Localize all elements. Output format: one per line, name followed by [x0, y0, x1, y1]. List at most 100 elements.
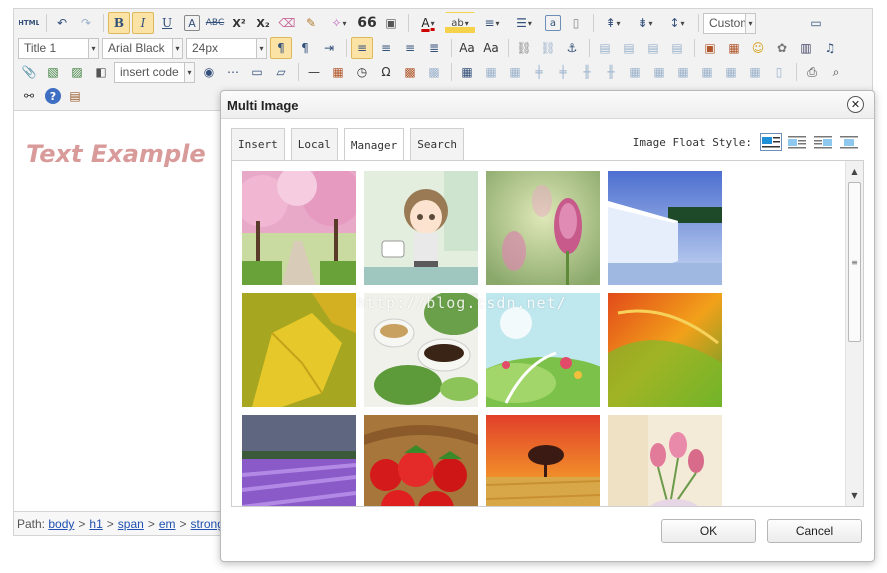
template-icon[interactable]: ▱ — [270, 61, 292, 83]
float-none-icon[interactable] — [760, 133, 782, 151]
delete-row-icon[interactable]: ╪ — [552, 61, 574, 83]
line-height-icon[interactable]: ↕ — [662, 12, 692, 34]
tab-insert[interactable]: Insert — [231, 128, 285, 160]
search-replace-icon[interactable]: ⚯ — [18, 85, 40, 107]
tab-search[interactable]: Search — [410, 128, 464, 160]
paste-plain-icon[interactable]: ▣ — [380, 12, 402, 34]
split-to-cols-icon[interactable]: ▦ — [744, 61, 766, 83]
font-color-icon[interactable]: A — [413, 12, 443, 34]
uppercase-icon[interactable]: Aa — [456, 37, 478, 59]
map-icon[interactable]: ▧ — [42, 61, 64, 83]
ordered-list-icon[interactable]: ≡ — [477, 12, 507, 34]
insert-frame-icon[interactable]: ◧ — [90, 61, 112, 83]
custom-style-select[interactable]: CustomStyl ▾ — [703, 12, 756, 34]
lowercase-icon[interactable]: Aa — [480, 37, 502, 59]
image-thumbnail-pink-flowers[interactable] — [486, 171, 600, 285]
insert-code-select[interactable]: insert code ▾ — [114, 61, 195, 83]
clear-doc-icon[interactable]: ▯ — [565, 12, 587, 34]
anchor-icon[interactable]: ⚓ — [561, 37, 583, 59]
background-icon[interactable]: ▭ — [246, 61, 268, 83]
web-image-icon[interactable]: ◉ — [198, 61, 220, 83]
image-thumbnail-cherry-blossom[interactable] — [242, 171, 356, 285]
image-thumbnail-waterfall[interactable] — [608, 171, 722, 285]
video-icon[interactable]: ▥ — [795, 37, 817, 59]
simple-upload-icon[interactable]: ▣ — [699, 37, 721, 59]
multi-image-icon[interactable]: ▦ — [723, 37, 745, 59]
music-icon[interactable]: ♫ — [819, 37, 841, 59]
insert-col-icon[interactable]: ╫ — [576, 61, 598, 83]
row-spacing-top-icon[interactable]: ⇞ — [598, 12, 628, 34]
align-justify-icon[interactable]: ≣ — [423, 37, 445, 59]
date-icon[interactable]: ▦ — [327, 61, 349, 83]
ok-button[interactable]: OK — [661, 519, 756, 543]
bold-button[interactable]: B — [108, 12, 130, 34]
print-icon[interactable]: ⎙ — [801, 61, 823, 83]
path-crumb-h1[interactable]: h1 — [89, 517, 102, 531]
image-thumbnail-lavender-field[interactable] — [242, 415, 356, 506]
paragraph-style-select[interactable]: Title 1 ▾ — [18, 37, 99, 59]
link-icon[interactable]: ⛓ — [513, 37, 535, 59]
eraser-icon[interactable]: ⌫ — [276, 12, 298, 34]
tab-manager[interactable]: Manager — [343, 128, 405, 161]
image-panel-scrollbar[interactable]: ▲ ≡ ▼ — [845, 161, 863, 506]
special-chars-icon[interactable]: Ω — [375, 61, 397, 83]
underline-button[interactable]: U — [156, 12, 178, 34]
delete-table-icon[interactable]: ▦ — [480, 61, 502, 83]
font-size-select[interactable]: 24px ▾ — [186, 37, 267, 59]
image-left-icon[interactable]: ▤ — [618, 37, 640, 59]
unordered-list-icon[interactable]: ☰ — [509, 12, 539, 34]
insert-paragraph-before-table-icon[interactable]: ▦ — [504, 61, 526, 83]
scrawl-icon[interactable]: ✿ — [771, 37, 793, 59]
image-none-icon[interactable]: ▤ — [594, 37, 616, 59]
delete-col-icon[interactable]: ╫ — [600, 61, 622, 83]
drafts-icon[interactable]: ▤ — [64, 85, 86, 107]
align-right-icon[interactable]: ≡ — [399, 37, 421, 59]
dialog-header[interactable]: Multi Image ✕ — [221, 91, 874, 119]
path-crumb-span[interactable]: span — [118, 517, 144, 531]
help-icon[interactable]: ? — [45, 88, 61, 104]
cancel-button[interactable]: Cancel — [767, 519, 862, 543]
path-crumb-em[interactable]: em — [159, 517, 176, 531]
indent-icon[interactable]: ⇥ — [318, 37, 340, 59]
row-spacing-bottom-icon[interactable]: ⇟ — [630, 12, 660, 34]
rtl-direction-icon[interactable]: ¶ — [294, 37, 316, 59]
image-thumbnail-anime-character[interactable] — [364, 171, 478, 285]
select-all-icon[interactable]: a — [545, 15, 561, 31]
scroll-up-arrow-icon[interactable]: ▲ — [846, 163, 863, 180]
close-icon[interactable]: ✕ — [847, 96, 864, 113]
image-center-icon[interactable]: ▤ — [666, 37, 688, 59]
page-break-icon[interactable]: ⋯ — [222, 61, 244, 83]
image-thumbnail-yellow-leaf[interactable] — [242, 293, 356, 407]
float-center-icon[interactable] — [838, 133, 860, 151]
italic-button[interactable]: I — [132, 12, 154, 34]
html-source-button[interactable]: HTML — [18, 12, 40, 34]
split-to-rows-icon[interactable]: ▦ — [720, 61, 742, 83]
ltr-direction-icon[interactable]: ¶ — [270, 37, 292, 59]
blockquote-icon[interactable]: 66 — [356, 12, 378, 34]
strikethrough-button[interactable]: ABC — [204, 12, 226, 34]
insert-row-icon[interactable]: ╪ — [528, 61, 550, 83]
image-right-icon[interactable]: ▤ — [642, 37, 664, 59]
horizontal-rule-icon[interactable]: — — [303, 61, 325, 83]
float-left-icon[interactable] — [786, 133, 808, 151]
merge-cells-icon[interactable]: ▦ — [624, 61, 646, 83]
split-to-cells-icon[interactable]: ▦ — [696, 61, 718, 83]
font-border-icon[interactable]: A — [184, 15, 200, 31]
superscript-button[interactable]: X² — [228, 12, 250, 34]
unlink-icon[interactable]: ⛓ — [537, 37, 559, 59]
google-map-icon[interactable]: ▨ — [66, 61, 88, 83]
align-center-icon[interactable]: ≡ — [375, 37, 397, 59]
undo-icon[interactable]: ↶ — [51, 12, 73, 34]
image-thumbnail-sunset-tree[interactable] — [486, 415, 600, 506]
float-right-icon[interactable] — [812, 133, 834, 151]
merge-right-icon[interactable]: ▦ — [648, 61, 670, 83]
scrollbar-thumb[interactable]: ≡ — [848, 182, 861, 342]
path-crumb-body[interactable]: body — [48, 517, 74, 531]
insert-table-icon[interactable]: ▦ — [456, 61, 478, 83]
font-family-select[interactable]: Arial Black ▾ — [102, 37, 183, 59]
redo-icon[interactable]: ↷ — [75, 12, 97, 34]
merge-down-icon[interactable]: ▦ — [672, 61, 694, 83]
snapscreen-icon[interactable]: ▩ — [423, 61, 445, 83]
image-thumbnail-autumn-leaf[interactable] — [608, 293, 722, 407]
image-thumbnail-strawberries[interactable] — [364, 415, 478, 506]
